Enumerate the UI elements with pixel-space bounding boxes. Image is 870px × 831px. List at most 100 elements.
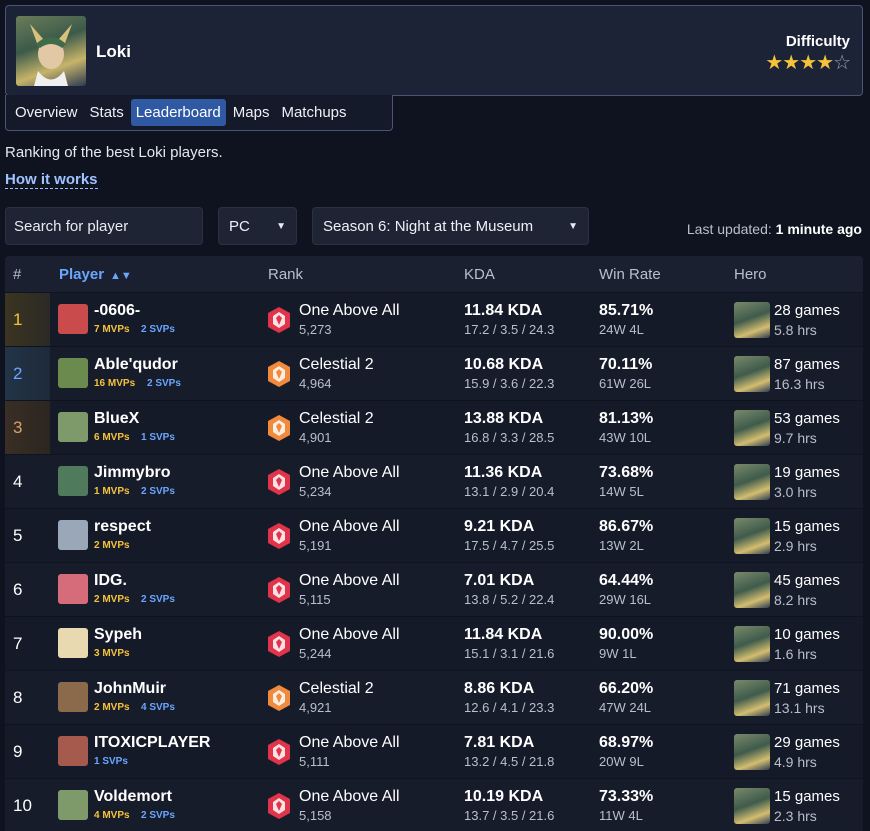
games-count: 53 games — [774, 410, 840, 427]
kda-breakdown: 13.7 / 3.5 / 21.6 — [464, 808, 555, 823]
win-rate: 73.33% — [599, 788, 654, 805]
win-loss: 9W 1L — [599, 646, 637, 661]
rank-tier: Celestial 2 — [299, 356, 374, 373]
avatar — [58, 304, 88, 334]
svp-count: 4 SVPs — [141, 702, 175, 713]
hours-played: 8.2 hrs — [774, 592, 817, 608]
rank-badge-icon — [268, 739, 290, 765]
star-filled-icon: ★ — [816, 52, 834, 74]
win-rate: 70.11% — [599, 356, 653, 373]
season-select-value: Season 6: Night at the Museum — [323, 217, 534, 235]
player-name[interactable]: ITOXICPLAYER — [94, 734, 210, 752]
kda-breakdown: 17.5 / 4.7 / 25.5 — [464, 538, 555, 553]
rank-tier: One Above All — [299, 788, 400, 805]
table-row[interactable]: 8 JohnMuir 2 MVPs 4 SVPs Celestial 2 4,9… — [5, 670, 863, 724]
kda-value: 8.86 KDA — [464, 680, 535, 697]
mvp-count: 16 MVPs — [94, 378, 136, 389]
mvp-count: 7 MVPs — [94, 324, 130, 335]
player-name[interactable]: Able'qudor — [94, 356, 178, 374]
rank-badge-icon — [268, 577, 290, 603]
col-rank: Rank — [268, 266, 304, 283]
how-it-works-link[interactable]: How it works — [5, 171, 98, 189]
svp-count: 2 SVPs — [141, 810, 175, 821]
player-name[interactable]: -0606- — [94, 302, 140, 320]
svp-count: 1 SVPs — [94, 756, 128, 767]
rank-score: 5,158 — [299, 808, 332, 823]
col-rank-number: # — [13, 266, 22, 283]
table-row[interactable]: 2 Able'qudor 16 MVPs 2 SVPs Celestial 2 … — [5, 346, 863, 401]
tab-leaderboard[interactable]: Leaderboard — [130, 99, 226, 126]
games-count: 71 games — [774, 680, 840, 697]
tab-overview[interactable]: Overview — [10, 99, 83, 126]
sort-icon[interactable]: ▲▼ — [110, 270, 132, 282]
table-row[interactable]: 10 Voldemort 4 MVPs 2 SVPs One Above All… — [5, 778, 863, 831]
tab-stats[interactable]: Stats — [85, 99, 129, 126]
platform-select[interactable]: PC ▼ — [218, 207, 297, 245]
mvp-count: 2 MVPs — [94, 594, 130, 605]
win-rate: 66.20% — [599, 680, 654, 697]
win-loss: 13W 2L — [599, 538, 644, 553]
rank-badge-icon — [268, 415, 290, 441]
avatar — [58, 520, 88, 550]
mvp-count: 1 MVPs — [94, 486, 130, 497]
mvp-count: 3 MVPs — [94, 648, 130, 659]
games-count: 15 games — [774, 518, 840, 535]
hero-thumbnail — [734, 464, 770, 500]
player-name[interactable]: IDG. — [94, 572, 127, 590]
tab-matchups[interactable]: Matchups — [276, 99, 351, 126]
avatar — [58, 736, 88, 766]
kda-breakdown: 12.6 / 4.1 / 23.3 — [464, 700, 555, 715]
table-row[interactable]: 9 ITOXICPLAYER 1 SVPs One Above All 5,11… — [5, 724, 863, 778]
player-name[interactable]: BlueX — [94, 410, 139, 428]
player-name[interactable]: Jimmybro — [94, 464, 170, 482]
table-row[interactable]: 6 IDG. 2 MVPs 2 SVPs One Above All 5,115… — [5, 562, 863, 616]
games-count: 45 games — [774, 572, 840, 589]
win-rate: 68.97% — [599, 734, 654, 751]
rank-badge-icon — [268, 793, 290, 819]
hero-thumbnail — [734, 788, 770, 824]
kda-breakdown: 15.9 / 3.6 / 22.3 — [464, 376, 555, 391]
win-loss: 14W 5L — [599, 484, 644, 499]
hero-thumbnail — [734, 356, 770, 392]
last-updated-label: Last updated: — [686, 221, 772, 237]
avatar — [58, 574, 88, 604]
mvp-count: 2 MVPs — [94, 540, 130, 551]
svp-count: 2 SVPs — [141, 324, 175, 335]
table-row[interactable]: 4 Jimmybro 1 MVPs 2 SVPs One Above All 5… — [5, 454, 863, 508]
difficulty-label: Difficulty — [785, 33, 850, 50]
player-name[interactable]: Sypeh — [94, 626, 142, 644]
tab-maps[interactable]: Maps — [228, 99, 275, 126]
table-row[interactable]: 5 respect 2 MVPs One Above All 5,191 9.2… — [5, 508, 863, 562]
last-updated: Last updated: 1 minute ago — [687, 221, 862, 237]
search-input[interactable] — [5, 207, 203, 245]
table-row[interactable]: 7 Sypeh 3 MVPs One Above All 5,244 11.84… — [5, 616, 863, 670]
win-rate: 81.13% — [599, 410, 654, 427]
chevron-down-icon: ▼ — [568, 220, 578, 232]
table-header: # Player ▲▼ Rank KDA Win Rate Hero — [5, 256, 863, 292]
win-loss: 29W 16L — [599, 592, 652, 607]
svp-count: 1 SVPs — [141, 432, 175, 443]
table-row[interactable]: 1 -0606- 7 MVPs 2 SVPs One Above All 5,2… — [5, 292, 863, 347]
hours-played: 1.6 hrs — [774, 646, 817, 662]
player-name[interactable]: JohnMuir — [94, 680, 166, 698]
col-player[interactable]: Player ▲▼ — [59, 266, 132, 283]
table-row[interactable]: 3 BlueX 6 MVPs 1 SVPs Celestial 2 4,901 … — [5, 400, 863, 455]
mvp-count: 6 MVPs — [94, 432, 130, 443]
rank-number: 10 — [13, 796, 32, 815]
rank-number: 2 — [5, 347, 50, 401]
kda-breakdown: 15.1 / 3.1 / 21.6 — [464, 646, 555, 661]
kda-value: 11.84 KDA — [464, 302, 543, 319]
player-name[interactable]: Voldemort — [94, 788, 172, 806]
player-name[interactable]: respect — [94, 518, 151, 536]
rank-badge-icon — [268, 307, 290, 333]
avatar — [58, 412, 88, 442]
hero-thumbnail — [734, 680, 770, 716]
chevron-down-icon: ▼ — [276, 220, 286, 232]
season-select[interactable]: Season 6: Night at the Museum ▼ — [312, 207, 589, 245]
avatar — [58, 790, 88, 820]
win-loss: 61W 26L — [599, 376, 652, 391]
rank-score: 4,901 — [299, 430, 332, 445]
hero-thumbnail — [734, 734, 770, 770]
rank-score: 5,115 — [299, 592, 331, 607]
kda-breakdown: 13.8 / 5.2 / 22.4 — [464, 592, 555, 607]
